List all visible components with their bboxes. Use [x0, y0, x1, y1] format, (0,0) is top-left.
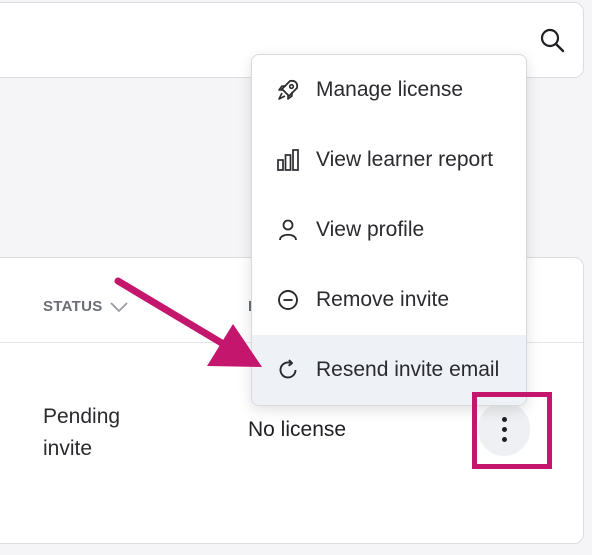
- rocket-icon: [278, 79, 299, 100]
- menu-item-manage-license[interactable]: Manage license: [252, 55, 526, 125]
- status-cell: Pending invite: [43, 405, 121, 460]
- person-icon: [279, 219, 297, 241]
- menu-item-label: View profile: [316, 218, 425, 241]
- menu-item-label: Remove invite: [316, 288, 450, 311]
- status-header-label: STATUS: [43, 298, 103, 315]
- menu-item-label: Resend invite email: [316, 358, 500, 381]
- refresh-icon: [279, 359, 297, 379]
- kebab-dot: [501, 426, 507, 432]
- license-cell: No license: [248, 418, 347, 441]
- menu-item-remove-invite[interactable]: Remove invite: [252, 265, 526, 335]
- chevron-down-icon: [109, 301, 128, 312]
- actions-menu: Manage license View learner report View …: [251, 54, 527, 406]
- menu-item-label: Manage license: [316, 78, 464, 101]
- search-icon[interactable]: [539, 27, 565, 53]
- menu-item-view-learner-report[interactable]: View learner report: [252, 125, 526, 195]
- minus-circle-icon: [278, 290, 298, 310]
- bar-chart-icon: [277, 149, 299, 171]
- status-column-header[interactable]: STATUS: [43, 298, 129, 315]
- more-actions-button[interactable]: [478, 402, 530, 456]
- menu-item-label: View learner report: [316, 148, 494, 171]
- menu-item-resend-invite-email[interactable]: Resend invite email: [252, 335, 526, 405]
- kebab-dot: [501, 436, 507, 442]
- menu-item-view-profile[interactable]: View profile: [252, 195, 526, 265]
- kebab-dot: [501, 416, 507, 422]
